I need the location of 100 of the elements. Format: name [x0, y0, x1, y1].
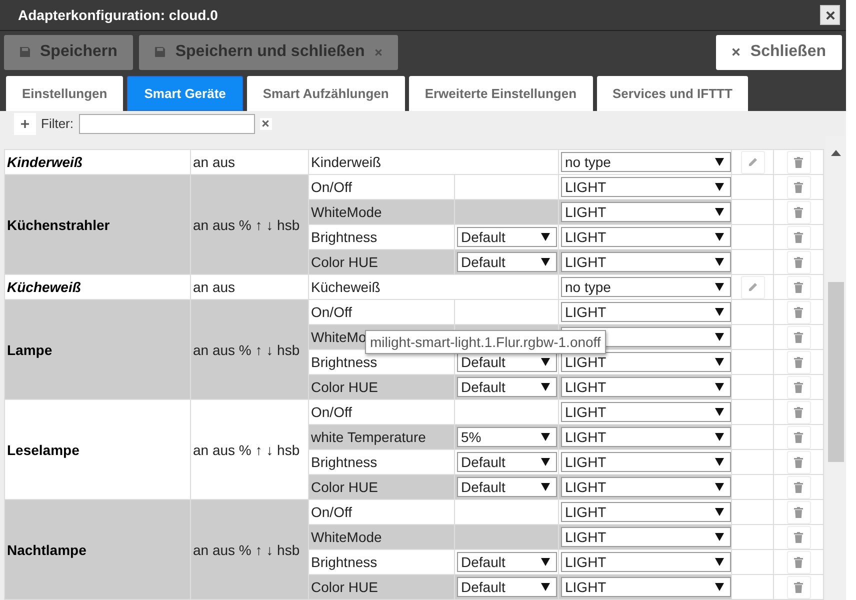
delete-button[interactable] — [786, 376, 810, 398]
state-name: WhiteMode — [311, 204, 382, 220]
state-name: Color HUE — [311, 479, 378, 495]
dropdown[interactable]: LIGHT — [561, 577, 731, 597]
device-name: Kücheweiß — [7, 279, 81, 295]
delete-button[interactable] — [786, 226, 810, 248]
delete-button[interactable] — [786, 426, 810, 448]
caret-icon — [541, 558, 550, 566]
caret-icon — [715, 433, 724, 441]
state-name: Color HUE — [311, 379, 378, 395]
edit-button[interactable] — [740, 276, 764, 298]
tooltip: milight-smart-light.1.Flur.rgbw-1.onoff — [365, 330, 606, 354]
dropdown[interactable]: LIGHT — [561, 502, 731, 522]
filter-field[interactable] — [78, 114, 254, 134]
dropdown[interactable]: Default — [457, 352, 557, 372]
caret-icon — [715, 483, 724, 491]
smart-types: an aus — [193, 279, 236, 295]
dropdown[interactable]: LIGHT — [561, 427, 731, 447]
dropdown[interactable]: LIGHT — [561, 302, 731, 322]
dropdown[interactable]: Default — [457, 452, 557, 472]
smart-types: an aus — [193, 154, 236, 170]
dropdown[interactable]: LIGHT — [561, 352, 731, 372]
delete-button[interactable] — [786, 576, 810, 598]
pencil-icon — [748, 282, 758, 292]
state-name: Color HUE — [311, 579, 378, 595]
dropdown[interactable]: LIGHT — [561, 252, 731, 272]
delete-button[interactable] — [786, 176, 810, 198]
tab[interactable]: Services und IFTTT — [596, 76, 748, 111]
tab[interactable]: Einstellungen — [6, 76, 124, 111]
dropdown[interactable]: Default — [457, 377, 557, 397]
delete-button[interactable] — [786, 526, 810, 548]
dropdown[interactable]: Default — [457, 227, 557, 247]
scroll-up-icon[interactable] — [831, 150, 842, 156]
dropdown[interactable]: Default — [457, 252, 557, 272]
trash-icon — [794, 182, 803, 192]
delete-button[interactable] — [786, 450, 810, 474]
caret-icon — [715, 333, 724, 341]
dropdown[interactable]: LIGHT — [561, 177, 731, 197]
scroll-thumb[interactable] — [828, 282, 844, 462]
dropdown[interactable]: 5% — [457, 427, 557, 447]
dropdown[interactable]: Default — [457, 552, 557, 572]
clear-button[interactable] — [260, 118, 272, 130]
dropdown[interactable]: LIGHT — [561, 552, 731, 572]
dropdown[interactable]: LIGHT — [561, 377, 731, 397]
trash-icon — [794, 482, 803, 492]
dropdown[interactable]: LIGHT — [561, 202, 731, 222]
tab[interactable]: Smart Geräte — [127, 76, 243, 111]
dropdown[interactable]: Default — [457, 477, 557, 497]
edit-button[interactable] — [740, 150, 764, 174]
delete-button[interactable] — [786, 550, 810, 574]
close-icon — [732, 48, 740, 56]
add-button[interactable] — [14, 112, 36, 134]
caret-icon — [541, 433, 550, 441]
trash-icon — [794, 332, 803, 342]
caret-icon — [715, 258, 724, 266]
filter-label: Filter: — [41, 116, 74, 131]
caret-icon — [715, 533, 724, 541]
dropdown[interactable]: LIGHT — [561, 227, 731, 247]
floppy-icon — [155, 47, 166, 57]
dropdown[interactable]: no type — [561, 152, 731, 172]
smart-types: an aus % ↑ ↓ hsb — [193, 216, 300, 232]
trash-icon — [794, 282, 803, 292]
pencil-icon — [748, 157, 758, 167]
caret-icon — [715, 283, 724, 291]
device-name: Küchenstrahler — [7, 216, 110, 232]
dropdown[interactable]: LIGHT — [561, 402, 731, 422]
delete-button[interactable] — [786, 150, 810, 174]
dropdown[interactable]: no type — [561, 277, 731, 297]
delete-button[interactable] — [786, 350, 810, 374]
device-name: Leselampe — [7, 442, 80, 458]
delete-button[interactable] — [786, 326, 810, 348]
delete-button[interactable] — [786, 400, 810, 424]
caret-icon — [541, 233, 550, 241]
delete-button[interactable] — [786, 276, 810, 298]
dropdown[interactable]: LIGHT — [561, 477, 731, 497]
dropdown[interactable]: LIGHT — [561, 527, 731, 547]
delete-button[interactable] — [786, 500, 810, 524]
delete-button[interactable] — [786, 200, 810, 224]
caret-icon — [715, 383, 724, 391]
close-button[interactable]: Schließen — [716, 34, 842, 70]
caret-icon — [715, 583, 724, 591]
trash-icon — [794, 256, 803, 268]
state-name: On/Off — [311, 179, 352, 195]
caret-icon — [541, 583, 550, 591]
tab[interactable]: Smart Aufzählungen — [246, 76, 405, 111]
tab[interactable]: Erweiterte Einstellungen — [408, 76, 593, 111]
dropdown[interactable]: Default — [457, 577, 557, 597]
delete-button[interactable] — [786, 250, 810, 274]
smart-types: an aus % ↑ ↓ hsb — [193, 542, 300, 558]
close-button[interactable] — [820, 5, 840, 25]
delete-button[interactable] — [786, 476, 810, 498]
delete-button[interactable] — [786, 300, 810, 324]
trash-icon — [794, 556, 803, 568]
close-icon — [826, 10, 834, 20]
state-name: Kücheweiß — [311, 279, 380, 295]
dropdown[interactable]: LIGHT — [561, 452, 731, 472]
state-name: WhiteMode — [311, 529, 382, 545]
caret-icon — [541, 483, 550, 491]
caret-icon — [541, 358, 550, 366]
state-name: Brightness — [311, 354, 378, 370]
